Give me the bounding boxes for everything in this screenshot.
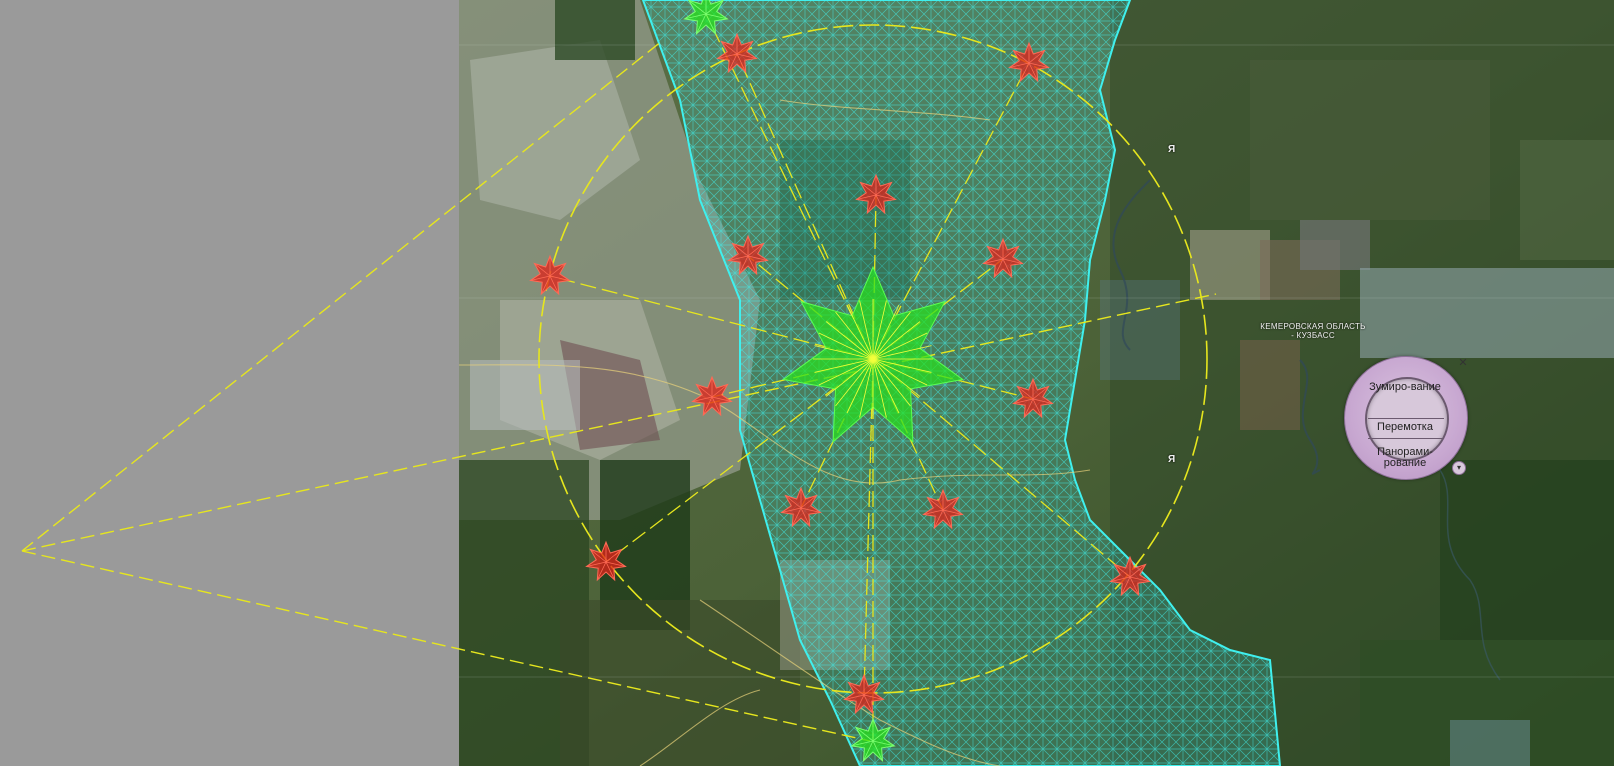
map-letter-south: Я bbox=[1168, 454, 1176, 465]
region-label: КЕМЕРОВСКАЯ ОБЛАСТЬ - КУЗБАСС bbox=[1260, 322, 1366, 340]
chevron-down-icon[interactable]: ▾ bbox=[1452, 461, 1466, 475]
close-icon[interactable]: ✕ bbox=[1457, 357, 1469, 369]
map-viewport[interactable]: Я Я КЕМЕРОВСКАЯ ОБЛАСТЬ - КУЗБАСС Зумиро… bbox=[0, 0, 1614, 766]
zoom-mode-button[interactable]: Зумиро-вание bbox=[1360, 382, 1450, 393]
rewind-mode-button[interactable]: Перемотка bbox=[1360, 422, 1450, 433]
map-letter-north: Я bbox=[1168, 144, 1176, 155]
nav-divider-bottom bbox=[1368, 438, 1444, 439]
nav-divider-top bbox=[1368, 418, 1444, 419]
navigation-control[interactable]: Зумиро-вание Перемотка Панорами-рование … bbox=[1344, 356, 1470, 482]
pan-mode-button[interactable]: Панорами-рование bbox=[1360, 447, 1450, 469]
left-gray-panel bbox=[0, 0, 459, 766]
